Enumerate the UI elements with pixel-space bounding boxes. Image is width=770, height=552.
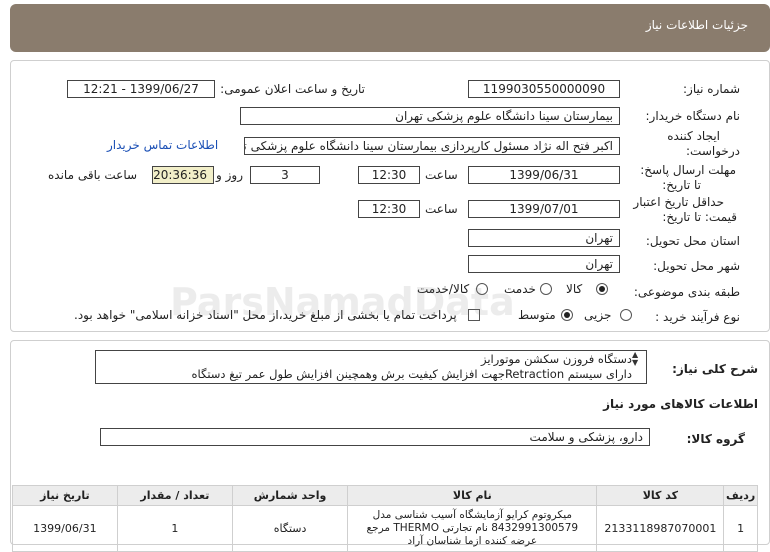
- summary-line-2: دارای سیستم Retractionجهت افزایش کیفیت ب…: [191, 367, 632, 381]
- validity-time-field: 12:30: [358, 200, 420, 218]
- process-medium-radio[interactable]: [561, 309, 573, 321]
- deadline-time-field: 12:30: [358, 166, 420, 184]
- category-label: طبقه بندی موضوعی:: [633, 285, 740, 299]
- deadline-label-1: مهلت ارسال پاسخ:: [640, 163, 736, 177]
- province-field: تهران: [468, 229, 620, 247]
- process-partial-label: جزیی: [584, 308, 612, 322]
- process-label: نوع فرآیند خرید :: [655, 310, 740, 324]
- col-quantity: تعداد / مقدار: [116, 485, 233, 506]
- col-row: ردیف: [723, 485, 758, 506]
- deadline-label-2: تا تاریخ:: [662, 178, 701, 192]
- goods-table: تاریخ نیاز تعداد / مقدار واحد شمارش نام …: [12, 485, 758, 552]
- days-word: روز و: [216, 168, 243, 182]
- days-field: 3: [250, 166, 320, 184]
- summary-label: شرح کلی نیاز:: [672, 362, 758, 376]
- creator-label-1: ایجاد کننده: [667, 129, 720, 143]
- announce-label: تاریخ و ساعت اعلان عمومی:: [220, 82, 365, 96]
- header-bar: جزئیات اطلاعات نیاز: [10, 4, 770, 52]
- page-title: جزئیات اطلاعات نیاز: [645, 18, 748, 32]
- col-need-date: تاریخ نیاز: [12, 485, 118, 506]
- creator-label-2: درخواست:: [686, 144, 740, 158]
- textarea-scroll-icon[interactable]: ▲ ▼: [632, 351, 638, 367]
- deadline-time-word: ساعت: [425, 168, 458, 182]
- creator-field: اکبر فتح اله نژاد مسئول کارپردازی بیمارس…: [244, 137, 620, 155]
- validity-date-field: 1399/07/01: [468, 200, 620, 218]
- goods-group-label: گروه کالا:: [686, 432, 745, 446]
- need-number-label: شماره نیاز:: [683, 82, 740, 96]
- city-field: تهران: [468, 255, 620, 273]
- validity-time-word: ساعت: [425, 202, 458, 216]
- col-unit: واحد شمارش: [231, 485, 349, 506]
- announce-field: 1399/06/27 - 12:21: [67, 80, 215, 98]
- remaining-time-field: 20:36:36: [152, 166, 214, 184]
- table-header-row: تاریخ نیاز تعداد / مقدار واحد شمارش نام …: [12, 485, 758, 506]
- validity-label-2: قیمت: تا تاریخ:: [662, 210, 737, 224]
- need-number-field: 1199030550000090: [468, 80, 620, 98]
- remaining-word: ساعت باقی مانده: [48, 168, 138, 182]
- province-label: استان محل تحویل:: [645, 234, 740, 248]
- summary-textarea: دستگاه فروزن سکشن موتورایز دارای سیستم R…: [95, 350, 647, 384]
- goods-group-field: دارو، پزشکی و سلامت: [100, 428, 650, 446]
- category-goods-label: کالا: [566, 282, 583, 296]
- category-service-radio[interactable]: [540, 283, 552, 295]
- buyer-org-label: نام دستگاه خریدار:: [645, 109, 741, 123]
- category-goods-radio[interactable]: [596, 283, 608, 295]
- process-partial-radio[interactable]: [620, 309, 632, 321]
- summary-line-1: دستگاه فروزن سکشن موتورایز: [480, 352, 632, 366]
- buyer-org-field: بیمارستان سینا دانشگاه علوم پزشکی تهران: [240, 107, 620, 125]
- city-label: شهر محل تحویل:: [653, 259, 740, 273]
- col-item-code: کد کالا: [596, 485, 725, 506]
- watermark: ParsNamadData: [170, 280, 515, 324]
- goods-info-title: اطلاعات کالاهای مورد نیاز: [603, 397, 758, 411]
- deadline-date-field: 1399/06/31: [468, 166, 620, 184]
- contact-buyer-link[interactable]: اطلاعات تماس خریدار: [107, 138, 218, 152]
- process-medium-label: متوسط: [518, 308, 556, 322]
- col-item-name: نام کالا: [347, 485, 598, 506]
- validity-label-1: حداقل تاریخ اعتبار: [633, 195, 724, 209]
